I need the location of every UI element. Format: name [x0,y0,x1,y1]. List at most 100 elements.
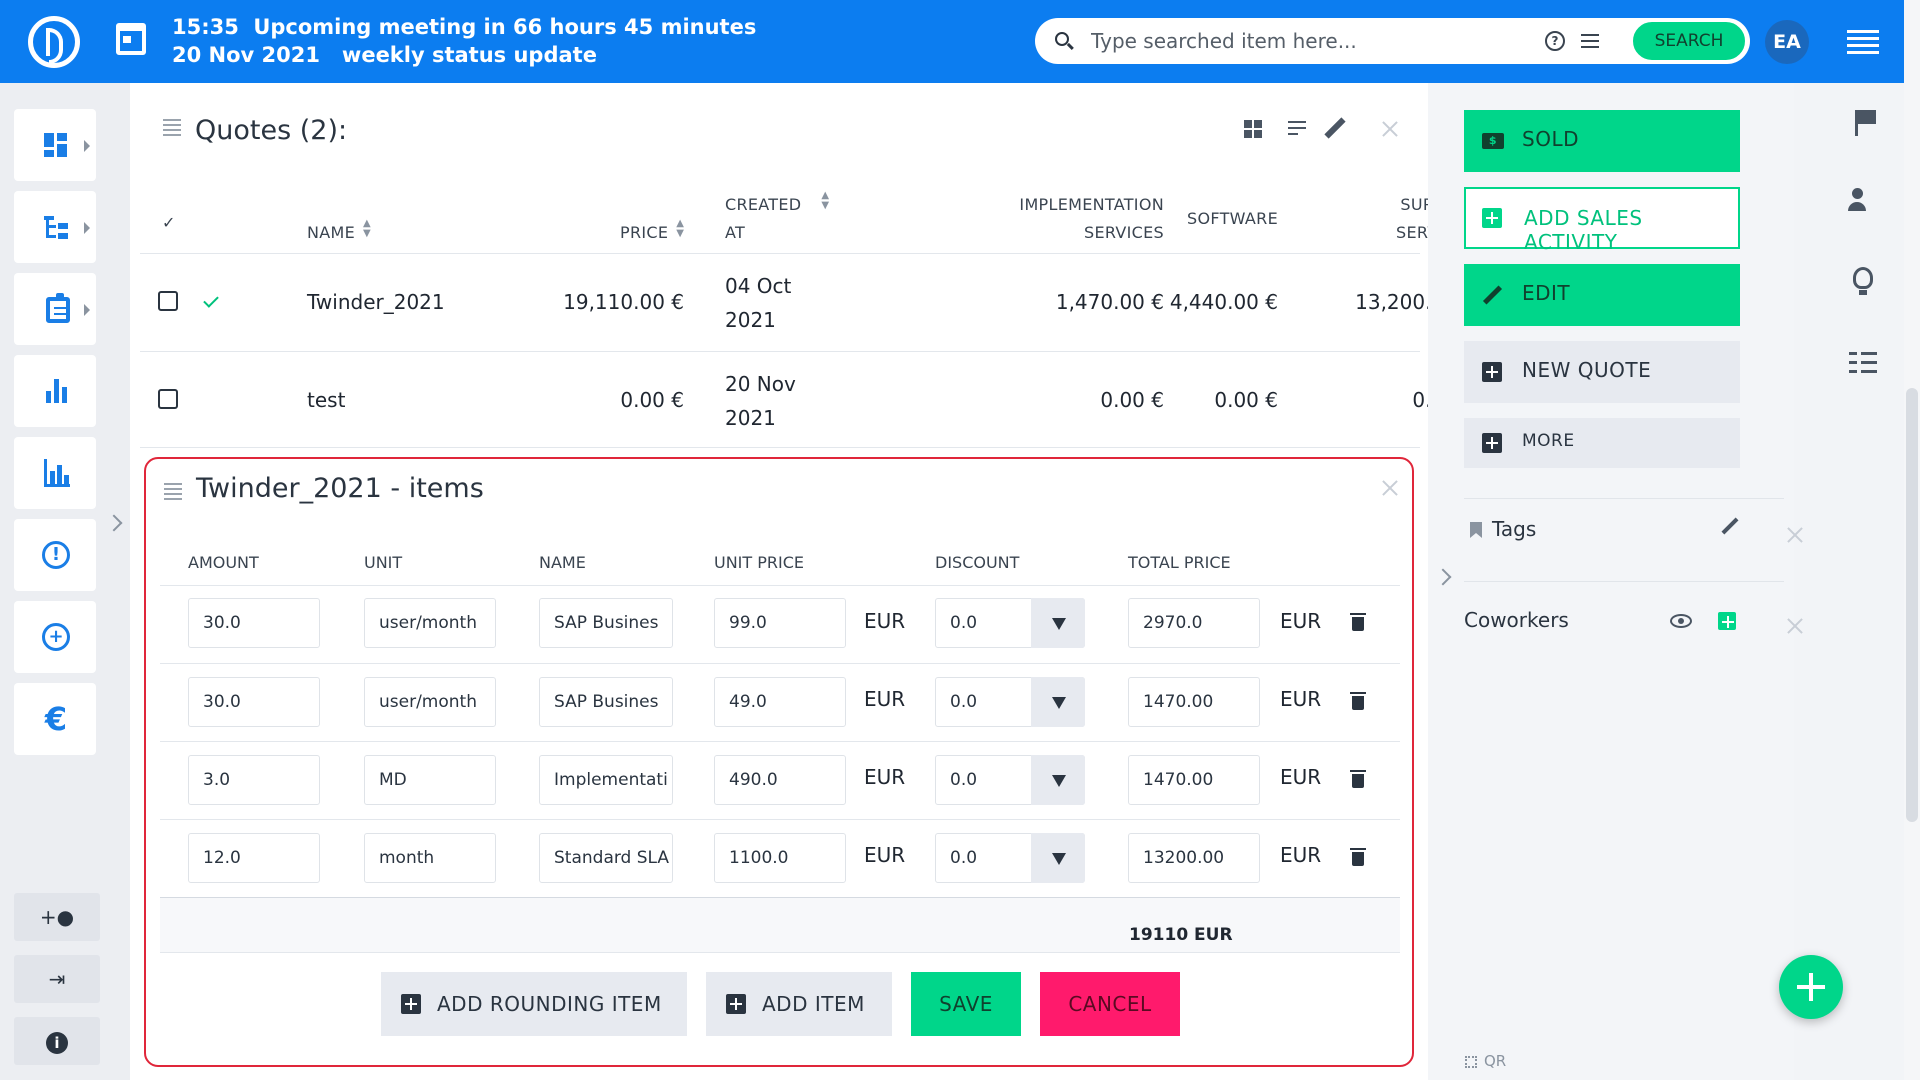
total-price-field[interactable]: 1470.00 [1128,755,1260,805]
row-checkbox[interactable] [158,291,178,311]
search-input[interactable] [1091,26,1551,56]
search-settings-icon[interactable] [1581,32,1599,50]
add-item-button[interactable]: ADD ITEM [706,972,892,1036]
column-header-discount: DISCOUNT [935,553,1020,572]
edit-tags-icon[interactable] [1721,517,1739,535]
column-header-unit-price: UNIT PRICE [714,553,805,572]
column-header-name: NAME [539,553,586,572]
eye-icon[interactable] [1670,614,1692,628]
task-list-icon[interactable] [1849,350,1877,373]
amount-field[interactable]: 3.0 [188,755,320,805]
info-button[interactable]: i [14,1017,100,1065]
cancel-button[interactable]: CANCEL [1040,972,1180,1036]
column-header-software[interactable]: SOFTWARE [1130,205,1278,233]
menu-icon[interactable] [1847,30,1879,54]
sign-in-button[interactable]: ⇥ [14,955,100,1003]
item-name-field[interactable]: Standard SLA [539,833,673,883]
right-sidebar: $ SOLD ADD SALES ACTIVITY EDIT NEW QUOTE… [1428,83,1794,1080]
plus-square-icon [726,994,746,1014]
column-header-price[interactable]: PRICE ▲ ▼ [620,219,684,247]
add-user-button[interactable]: +● [14,893,100,941]
unit-price-field[interactable]: 1100.0 [714,833,846,883]
close-icon[interactable] [1786,526,1804,544]
add-sales-activity-button[interactable]: ADD SALES ACTIVITY [1464,187,1740,254]
unit-field[interactable]: MD [364,755,496,805]
save-button[interactable]: SAVE [911,972,1021,1036]
sold-button[interactable]: $ SOLD [1464,110,1740,172]
nav-reports-button[interactable] [14,355,96,427]
tags-label: Tags [1492,517,1537,541]
quote-software: 4,440.00 € [1169,290,1278,314]
delete-icon[interactable] [1350,848,1366,866]
unit-price-field[interactable]: 49.0 [714,677,846,727]
nav-finance-button[interactable]: € [14,683,96,755]
divider [140,351,1420,352]
column-header-name[interactable]: NAME ▲ ▼ [307,219,371,247]
quote-name[interactable]: test [307,383,345,417]
total-price-field[interactable]: 1470.00 [1128,677,1260,727]
edit-icon[interactable] [1324,117,1346,139]
nav-tasks-button[interactable] [14,273,96,345]
currency-label: EUR [1280,609,1322,633]
calendar-icon[interactable] [116,23,146,55]
delete-icon[interactable] [1350,770,1366,788]
amount-field[interactable]: 30.0 [188,677,320,727]
scrollbar-thumb[interactable] [1906,388,1918,822]
delete-icon[interactable] [1350,613,1366,631]
info-icon: i [46,1032,68,1054]
person-search-icon[interactable] [1848,188,1876,216]
nav-dashboard-button[interactable] [14,109,96,181]
close-icon[interactable] [1381,479,1399,497]
nav-projects-button[interactable] [14,191,96,263]
floating-add-button[interactable] [1779,955,1843,1019]
avatar[interactable]: EA [1765,20,1809,64]
add-rounding-item-button[interactable]: ADD ROUNDING ITEM [381,972,687,1036]
lightbulb-icon[interactable] [1853,267,1873,295]
select-all-check-icon[interactable]: ✓ [162,209,176,237]
qr-link[interactable]: QR [1484,1052,1506,1070]
chevron-right-icon [84,140,90,152]
grand-total: 19110 EUR [1129,925,1233,945]
close-icon[interactable] [1786,617,1804,635]
flag-icon[interactable] [1855,110,1876,136]
row-checkbox[interactable] [158,389,178,409]
help-icon[interactable]: ? [1545,31,1565,51]
drag-handle-icon[interactable] [164,483,182,500]
edit-button[interactable]: EDIT [1464,264,1740,326]
grid-view-icon[interactable] [1244,120,1262,138]
total-price-field[interactable]: 2970.0 [1128,598,1260,648]
more-button[interactable]: MORE [1464,418,1740,468]
currency-label: EUR [1280,765,1322,789]
nav-reminders-button[interactable]: + [14,601,96,673]
nav-alerts-button[interactable]: ! [14,519,96,591]
quote-name[interactable]: Twinder_2021 [307,285,445,319]
item-name-field[interactable]: Implementati [539,755,673,805]
delete-icon[interactable] [1350,692,1366,710]
dropdown-arrow-icon[interactable] [1031,677,1085,727]
drag-handle-icon[interactable] [163,119,181,136]
unit-field[interactable]: month [364,833,496,883]
unit-price-field[interactable]: 99.0 [714,598,846,648]
dropdown-arrow-icon[interactable] [1031,755,1085,805]
search-button[interactable]: SEARCH [1631,20,1747,62]
divider [160,741,1400,742]
amount-field[interactable]: 30.0 [188,598,320,648]
dropdown-arrow-icon[interactable] [1031,598,1085,648]
item-name-field[interactable]: SAP Busines [539,677,673,727]
add-coworker-icon[interactable] [1718,612,1736,630]
unit-price-field[interactable]: 490.0 [714,755,846,805]
amount-field[interactable]: 12.0 [188,833,320,883]
unit-field[interactable]: user/month [364,598,496,648]
dropdown-arrow-icon[interactable] [1031,833,1085,883]
list-check-icon[interactable] [1288,121,1310,139]
nav-analytics-button[interactable] [14,437,96,509]
total-price-field[interactable]: 13200.00 [1128,833,1260,883]
new-quote-button[interactable]: NEW QUOTE [1464,341,1740,403]
app-logo-icon[interactable] [28,16,80,68]
top-bar: 15:35 Upcoming meeting in 66 hours 45 mi… [0,0,1904,83]
unit-field[interactable]: user/month [364,677,496,727]
column-header-created-at[interactable]: CREATED ▲ ▼ AT [725,191,829,247]
upcoming-meeting[interactable]: 15:35 Upcoming meeting in 66 hours 45 mi… [172,13,756,69]
item-name-field[interactable]: SAP Busines [539,598,673,648]
close-icon[interactable] [1381,120,1399,138]
